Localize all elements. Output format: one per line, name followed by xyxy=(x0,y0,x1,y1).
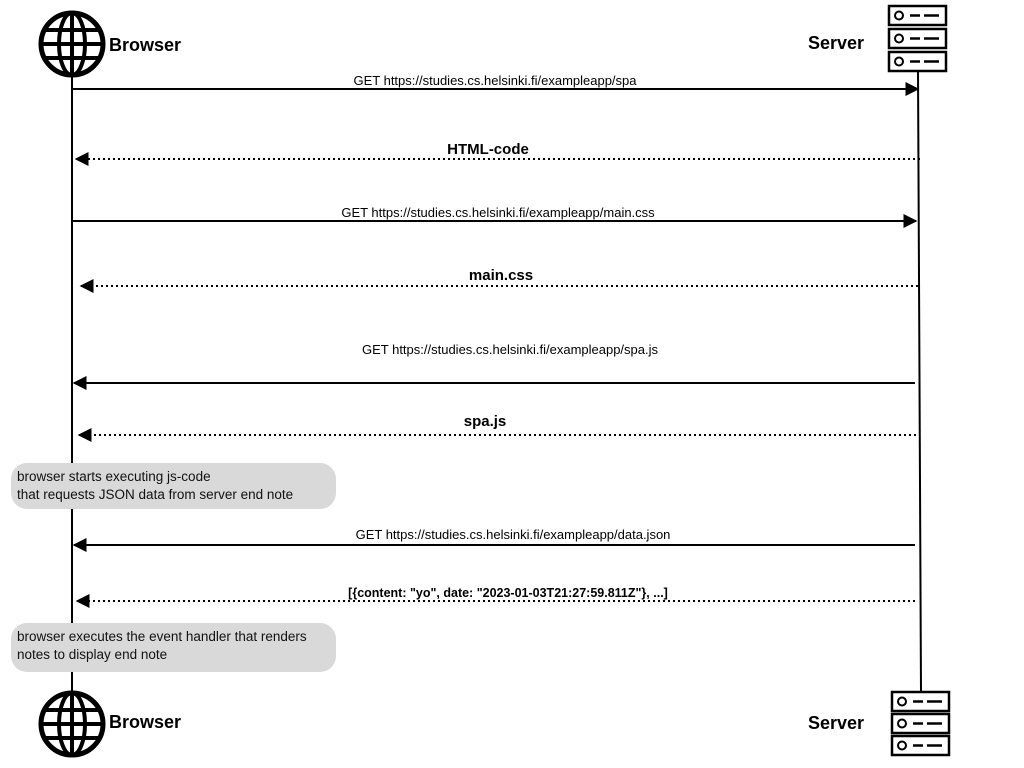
note-js-executing: browser starts executing js-code that re… xyxy=(11,463,336,509)
message-label-json-request: GET https://studies.cs.helsinki.fi/examp… xyxy=(355,527,671,542)
server-label-top: Server xyxy=(808,33,865,53)
server-icon xyxy=(887,4,948,73)
browser-label-top: Browser xyxy=(109,35,182,55)
globe-icon xyxy=(38,690,106,758)
server-label-bottom: Server xyxy=(808,713,865,733)
sequence-diagram: Browser Server Browser Server GET https:… xyxy=(0,0,1024,768)
note-event-handler: browser executes the event handler that … xyxy=(11,623,336,672)
browser-label-bottom: Browser xyxy=(109,712,182,732)
message-label-js-response: spa.js xyxy=(463,413,507,430)
globe-icon xyxy=(38,10,106,78)
message-label-js-request: GET https://studies.cs.helsinki.fi/examp… xyxy=(361,342,659,357)
message-label-html-response: HTML-code xyxy=(447,141,529,158)
server-icon xyxy=(890,690,951,757)
message-label-css-request: GET https://studies.cs.helsinki.fi/examp… xyxy=(341,205,655,220)
message-label-json-response: [{content: "yo", date: "2023-01-03T21:27… xyxy=(348,586,668,600)
server-lifeline xyxy=(917,69,922,693)
message-label-spa-request: GET https://studies.cs.helsinki.fi/examp… xyxy=(353,73,637,88)
message-label-css-response: main.css xyxy=(468,267,534,284)
